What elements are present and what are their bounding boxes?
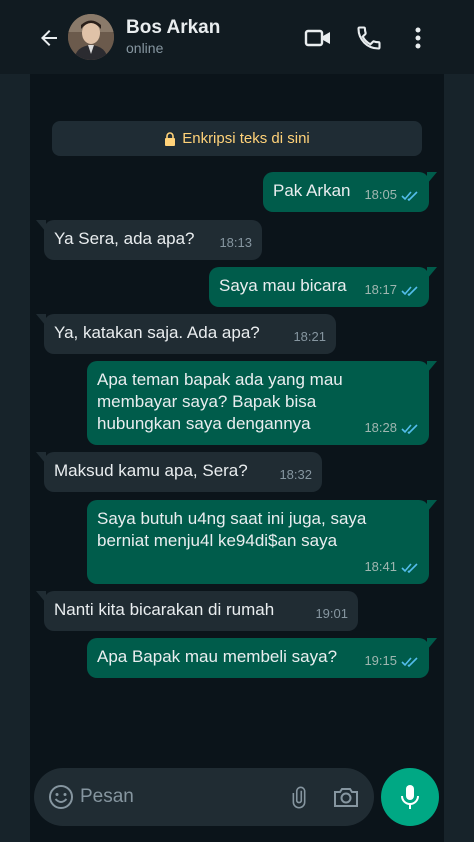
message-text: Ya, katakan saja. Ada apa?	[54, 323, 260, 342]
double-check-icon	[401, 562, 418, 573]
video-call-icon[interactable]	[304, 24, 332, 52]
message-bubble[interactable]: Ya Sera, ada apa? 18:13	[36, 220, 262, 260]
double-check-icon	[401, 423, 418, 434]
message-text: Nanti kita bicarakan di rumah	[54, 600, 275, 619]
encryption-notice[interactable]: Enkripsi teks di sini	[52, 121, 422, 156]
double-check-icon	[401, 190, 418, 201]
message-text: Saya butuh u4ng saat ini juga, saya bern…	[97, 509, 367, 550]
message-input[interactable]: Pesan	[80, 786, 134, 808]
camera-icon[interactable]	[332, 784, 360, 810]
message-bubble[interactable]: Saya butuh u4ng saat ini juga, saya bern…	[87, 500, 437, 584]
message-time: 18:32	[279, 467, 312, 482]
voice-call-icon[interactable]	[355, 24, 383, 52]
mic-button[interactable]	[381, 768, 439, 826]
message-time: 18:05	[364, 187, 397, 202]
right-edge	[444, 74, 474, 842]
avatar[interactable]	[68, 14, 114, 60]
message-time: 19:01	[315, 606, 348, 621]
message-input-bar[interactable]: Pesan	[34, 768, 374, 826]
back-arrow-icon[interactable]	[36, 26, 62, 50]
message-bubble[interactable]: Maksud kamu apa, Sera? 18:32	[36, 452, 322, 492]
message-time: 18:41	[364, 559, 397, 574]
message-bubble[interactable]: Ya, katakan saja. Ada apa? 18:21	[36, 314, 336, 354]
encryption-notice-text: Enkripsi teks di sini	[182, 130, 310, 147]
message-bubble[interactable]: Nanti kita bicarakan di rumah 19:01	[36, 591, 358, 631]
message-bubble[interactable]: Apa Bapak mau membeli saya? 19:15	[87, 638, 437, 678]
emoji-icon[interactable]	[48, 784, 74, 810]
double-check-icon	[401, 656, 418, 667]
lock-icon	[165, 131, 176, 146]
chat-header: Bos Arkan online	[0, 0, 474, 74]
left-edge	[0, 74, 30, 842]
contact-status: online	[126, 40, 164, 56]
message-time: 18:17	[364, 282, 397, 297]
message-bubble[interactable]: Apa teman bapak ada yang mau membayar sa…	[87, 361, 437, 445]
message-text: Maksud kamu apa, Sera?	[54, 461, 248, 480]
contact-name[interactable]: Bos Arkan	[126, 17, 220, 39]
more-options-icon[interactable]	[408, 24, 428, 52]
message-time: 18:21	[293, 329, 326, 344]
double-check-icon	[401, 285, 418, 296]
mic-icon	[401, 785, 419, 809]
message-time: 18:13	[219, 235, 252, 250]
message-bubble[interactable]: Saya mau bicara 18:17	[209, 267, 437, 307]
attach-icon[interactable]	[288, 784, 314, 810]
message-time: 19:15	[364, 653, 397, 668]
message-bubble[interactable]: Pak Arkan 18:05	[263, 172, 437, 212]
message-time: 18:28	[364, 420, 397, 435]
